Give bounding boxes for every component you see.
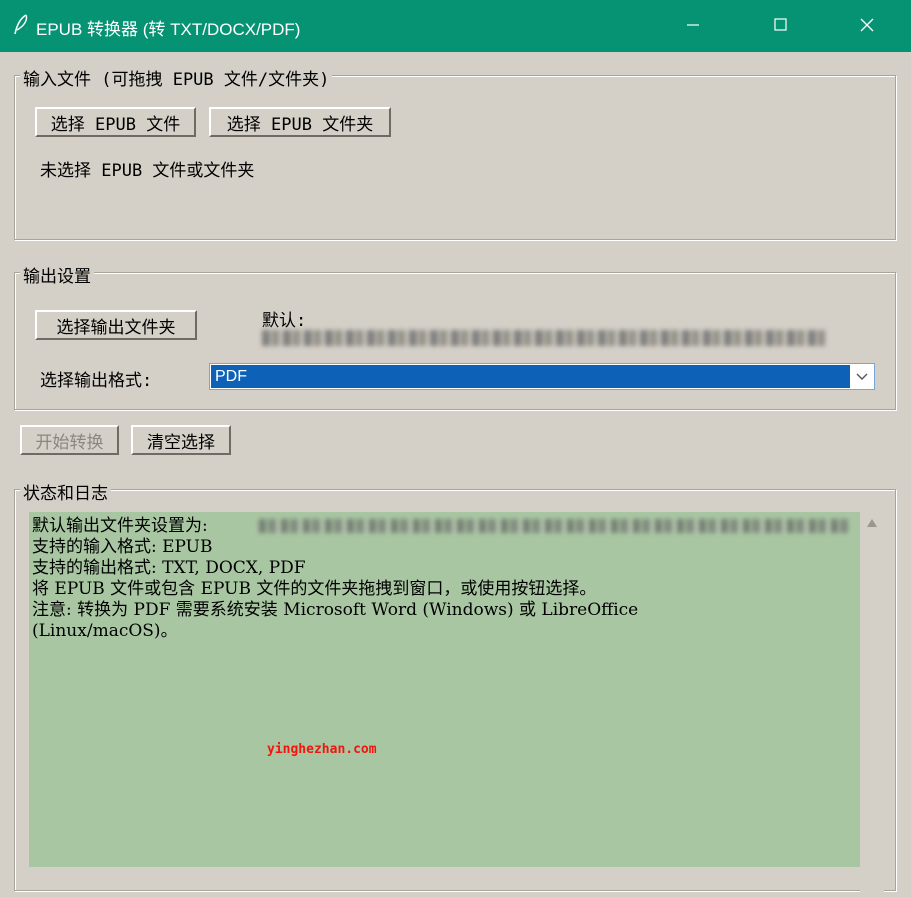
close-icon xyxy=(860,18,874,32)
close-button[interactable] xyxy=(838,0,898,52)
maximize-icon xyxy=(774,18,787,31)
clear-selection-button[interactable]: 清空选择 xyxy=(131,425,231,455)
minimize-icon xyxy=(687,24,699,26)
title-bar: EPUB 转换器 (转 TXT/DOCX/PDF) xyxy=(0,0,911,52)
log-line: 支持的输入格式: EPUB xyxy=(32,537,213,557)
log-lines: 默认输出文件夹设置为: 支持的输入格式: EPUB 支持的输出格式: TXT, … xyxy=(32,516,638,642)
log-group-label: 状态和日志 xyxy=(20,479,111,504)
default-output-path-redacted xyxy=(262,330,826,346)
input-group-label: 输入文件 (可拖拽 EPUB 文件/文件夹) xyxy=(20,65,333,90)
log-text-area[interactable]: 默认输出文件夹设置为: 支持的输入格式: EPUB 支持的输出格式: TXT, … xyxy=(29,512,860,867)
log-path-redacted xyxy=(259,519,849,533)
minimize-button[interactable] xyxy=(665,0,725,52)
output-format-value: PDF xyxy=(211,365,850,388)
feather-icon xyxy=(14,14,28,35)
start-convert-button[interactable]: 开始转换 xyxy=(20,425,119,455)
watermark-text: yinghezhan.com xyxy=(267,742,377,757)
output-format-select[interactable]: PDF xyxy=(209,363,875,390)
window-title: EPUB 转换器 (转 TXT/DOCX/PDF) xyxy=(36,20,301,39)
output-group-label: 输出设置 xyxy=(20,262,94,287)
log-line: 支持的输出格式: TXT, DOCX, PDF xyxy=(32,558,306,578)
log-scrollbar[interactable] xyxy=(860,512,884,892)
log-line: 注意: 转换为 PDF 需要系统安装 Microsoft Word (Windo… xyxy=(32,600,639,620)
input-status-text: 未选择 EPUB 文件或文件夹 xyxy=(40,161,255,181)
log-line: 将 EPUB 文件或包含 EPUB 文件的文件夹拖拽到窗口，或使用按钮选择。 xyxy=(32,579,597,599)
maximize-button[interactable] xyxy=(752,0,812,52)
select-epub-file-button[interactable]: 选择 EPUB 文件 xyxy=(35,107,196,137)
select-epub-folder-button[interactable]: 选择 EPUB 文件夹 xyxy=(209,107,391,137)
log-line: (Linux/macOS)。 xyxy=(32,621,178,641)
app-window: 输入文件 (可拖拽 EPUB 文件/文件夹) 选择 EPUB 文件 选择 EPU… xyxy=(0,52,911,897)
output-format-label: 选择输出格式: xyxy=(40,371,153,391)
chevron-down-icon[interactable] xyxy=(851,365,873,388)
scroll-up-icon[interactable] xyxy=(866,518,878,528)
select-output-folder-button[interactable]: 选择输出文件夹 xyxy=(35,310,197,340)
default-output-label: 默认: xyxy=(262,311,307,331)
